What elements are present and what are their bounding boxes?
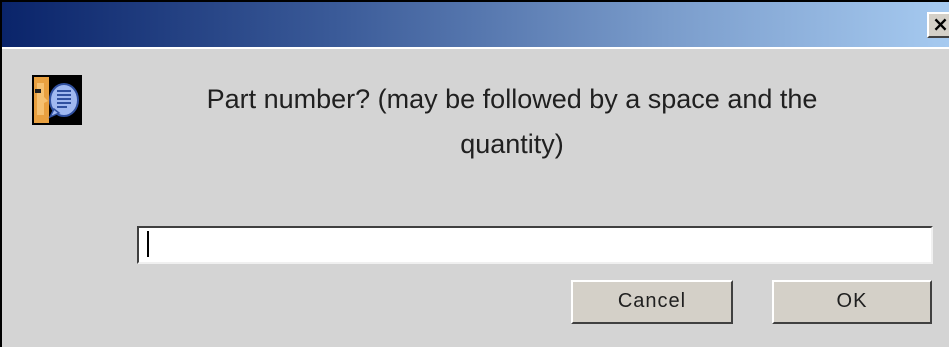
prompt-line-1: Part number? (may be followed by a space… xyxy=(206,84,818,114)
message-icon xyxy=(32,75,82,125)
part-number-input[interactable] xyxy=(137,226,933,264)
prompt-message: Part number? (may be followed by a space… xyxy=(142,77,882,167)
input-dialog: × Part number? (may be followed by a spa… xyxy=(0,0,949,347)
prompt-line-2: quantity) xyxy=(460,129,564,159)
title-bar[interactable]: × xyxy=(2,2,949,49)
close-icon: × xyxy=(932,12,949,36)
cancel-button[interactable]: Cancel xyxy=(571,280,733,324)
text-caret xyxy=(147,231,149,257)
close-button[interactable]: × xyxy=(927,12,949,38)
ok-button[interactable]: OK xyxy=(772,280,932,324)
